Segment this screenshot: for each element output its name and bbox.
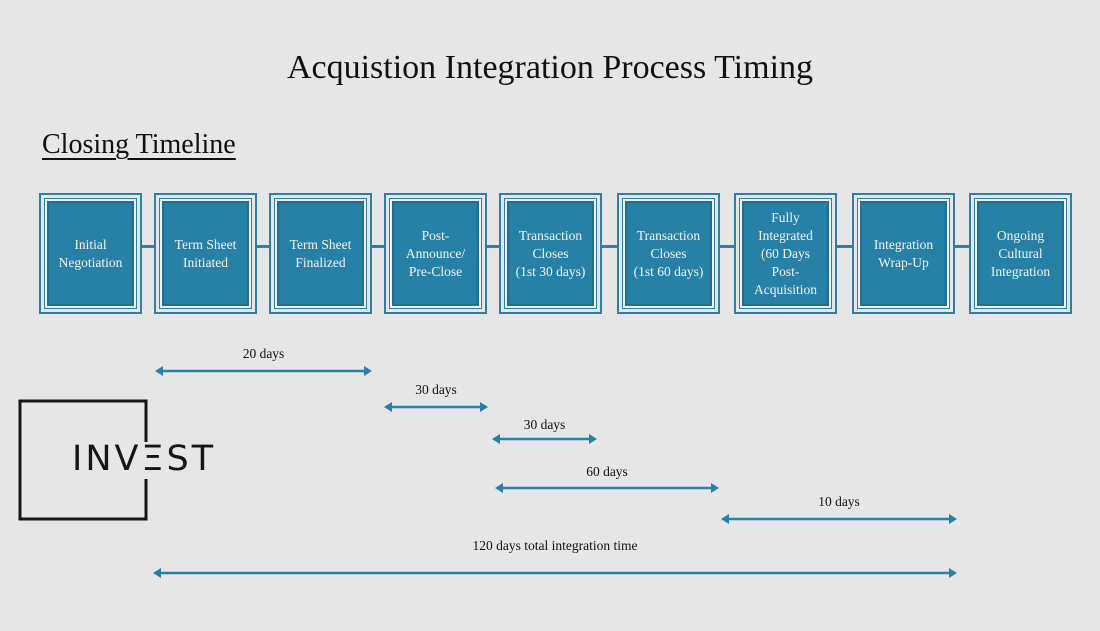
arrowhead-right-icon [589, 434, 597, 444]
arrowhead-left-icon [495, 483, 503, 493]
arrowhead-left-icon [492, 434, 500, 444]
duration-arrow [721, 514, 957, 524]
arrowhead-left-icon [384, 402, 392, 412]
duration-label: 60 days [586, 464, 628, 479]
arrowhead-left-icon [721, 514, 729, 524]
duration-arrow [153, 568, 957, 578]
duration-label: 30 days [415, 382, 457, 397]
arrowhead-right-icon [949, 514, 957, 524]
duration-label: 10 days [818, 494, 860, 509]
duration-arrow [384, 402, 488, 412]
duration-label: 120 days total integration time [472, 538, 638, 553]
arrowhead-left-icon [155, 366, 163, 376]
duration-label: 20 days [242, 346, 285, 361]
duration-arrow [155, 366, 372, 376]
invest-logo: INVΞST [72, 439, 217, 479]
arrowhead-right-icon [480, 402, 488, 412]
arrowhead-right-icon [711, 483, 719, 493]
arrowhead-right-icon [949, 568, 957, 578]
duration-arrows [153, 366, 957, 578]
duration-arrow [492, 434, 597, 444]
arrowhead-right-icon [364, 366, 372, 376]
arrowhead-left-icon [153, 568, 161, 578]
duration-arrow [495, 483, 719, 493]
duration-label: 30 days [523, 417, 566, 432]
